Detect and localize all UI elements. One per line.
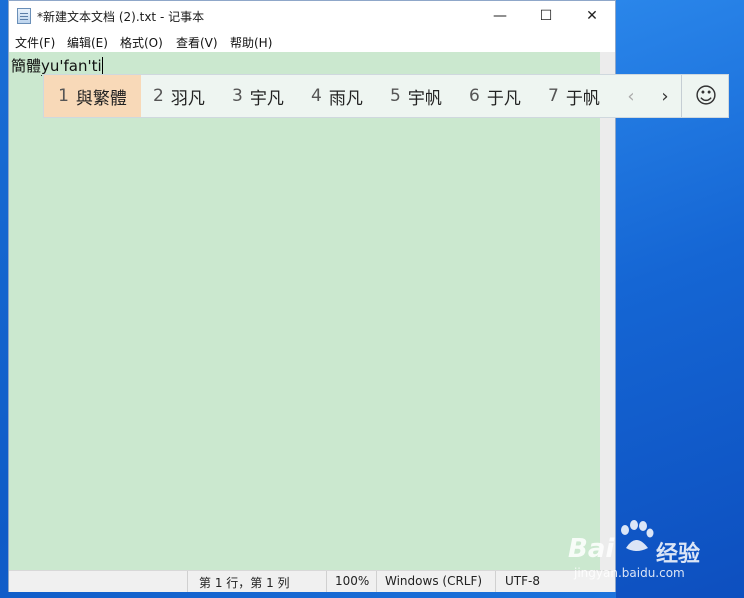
candidate-number: 6 [469,86,480,106]
ime-candidate-3[interactable]: 3 宇凡 [232,75,284,117]
menu-file[interactable]: 文件(F) [15,34,55,51]
candidate-number: 7 [548,86,559,106]
ime-candidate-4[interactable]: 4 雨凡 [311,75,363,117]
vertical-scrollbar[interactable] [600,52,615,570]
candidate-text: 與繁體 [75,88,127,109]
candidate-text: 宇帆 [407,88,442,109]
encoding: UTF-8 [505,574,540,588]
candidate-number: 4 [311,86,322,106]
title-bar[interactable]: *新建文本文档 (2).txt - 记事本 — ☐ ✕ [9,1,615,31]
maximize-button[interactable]: ☐ [523,1,569,31]
status-divider [187,571,188,592]
ime-candidate-7[interactable]: 7 于帆 [548,75,600,117]
status-bar: 第 1 行，第 1 列 100% Windows (CRLF) UTF-8 [9,570,615,592]
paw-logo-icon [621,520,654,551]
candidate-number: 5 [390,86,401,106]
candidate-text: 雨凡 [328,88,363,109]
candidate-text: 宇凡 [249,88,284,109]
ime-prev-page-icon[interactable]: ‹ [617,75,645,117]
committed-text: 簡體 [11,57,42,75]
ime-next-page-icon[interactable]: › [651,75,679,117]
menu-format[interactable]: 格式(O) [120,34,163,51]
status-divider [376,571,377,592]
menu-bar: 文件(F) 编辑(E) 格式(O) 查看(V) 帮助(H) [9,31,615,52]
candidate-number: 1 [58,86,69,106]
candidate-text: 于凡 [486,88,521,109]
ime-divider [681,75,682,117]
close-button[interactable]: ✕ [569,1,615,31]
window-title: *新建文本文档 (2).txt - 记事本 [37,10,205,24]
watermark-brand-cn: 经验 [656,542,701,567]
ime-candidate-5[interactable]: 5 宇帆 [390,75,442,117]
ime-candidate-6[interactable]: 6 于凡 [469,75,521,117]
candidate-text: 羽凡 [170,88,205,109]
minimize-button[interactable]: — [477,1,523,31]
menu-view[interactable]: 查看(V) [176,34,218,51]
cursor-position: 第 1 行，第 1 列 [199,576,290,590]
candidate-number: 3 [232,86,243,106]
candidate-number: 2 [153,86,164,106]
menu-help[interactable]: 帮助(H) [230,34,272,51]
editor-content: 簡體yu'fan'ti [11,55,103,76]
status-divider [495,571,496,592]
ime-candidate-window: 1 與繁體 2 羽凡 3 宇凡 4 雨凡 5 宇帆 6 于凡 7 于帆 ‹ › ☺ [43,74,729,118]
text-caret [101,57,103,74]
ime-candidate-1[interactable]: 1 與繁體 [44,75,141,117]
menu-edit[interactable]: 编辑(E) [67,34,108,51]
zoom-level: 100% [335,574,370,588]
ime-candidate-2[interactable]: 2 羽凡 [153,75,205,117]
emoji-icon[interactable]: ☺ [684,75,728,117]
status-divider [326,571,327,592]
watermark-url: jingyan.baidu.com [574,566,685,580]
watermark-brand: Bai [568,534,615,564]
text-editor[interactable]: 簡體yu'fan'ti [9,52,600,570]
candidate-text: 于帆 [565,88,600,109]
line-ending: Windows (CRLF) [385,574,483,588]
notepad-icon [17,8,31,24]
baidu-jingyan-watermark: Bai 经验 jingyan.baidu.com [568,520,738,590]
